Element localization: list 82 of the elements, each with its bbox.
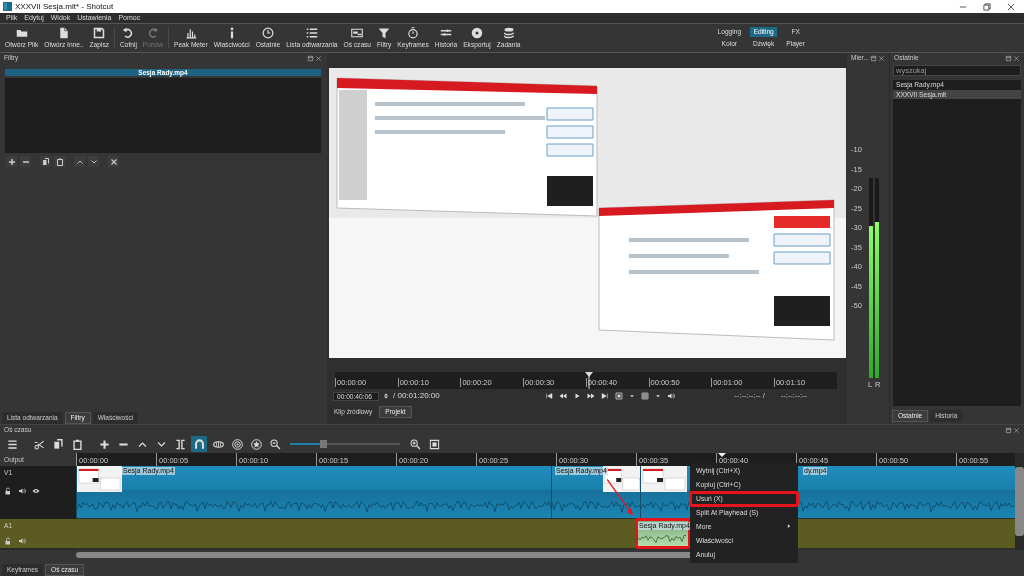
ripple-all-button[interactable] [248,436,264,452]
submenu-arrow-icon [786,523,792,529]
grid-button[interactable] [638,392,651,400]
close-icon [1013,54,1020,62]
target-icon [231,438,243,450]
remove-button[interactable] [20,156,31,167]
eye-icon [32,486,40,495]
close-icon [109,157,118,166]
paste-icon [55,157,64,166]
timeline-icon [351,27,364,40]
plus-icon [7,157,16,166]
list-icon [305,27,318,40]
speaker-icon [18,486,26,495]
stack-icon [502,27,515,40]
add-button[interactable] [6,156,17,167]
fast-forward-button[interactable] [584,392,597,400]
skipend-icon [600,392,609,400]
spinner-icon [382,392,390,400]
play-icon [572,392,581,400]
skipstart-icon [544,392,553,400]
stopwatch-icon [407,27,420,40]
ripple-icon [174,438,186,450]
move-down-button[interactable] [88,156,99,167]
close-icon [878,54,885,62]
zoom-button[interactable] [612,392,625,400]
float-icon [870,54,877,62]
restore-icon [982,1,992,12]
scrollbar[interactable] [1015,467,1024,536]
folder-icon [15,27,28,40]
menu-icon [6,438,18,450]
ripple-button[interactable] [229,436,245,452]
speaker-icon [666,392,675,400]
restore-button[interactable] [982,1,992,12]
zoomout-icon [269,438,281,450]
fit-icon [428,438,440,450]
undo-icon [122,27,135,40]
lock-icon [4,537,12,545]
deselect-button[interactable] [108,156,119,167]
document-icon [57,27,70,40]
copy-button[interactable] [40,156,51,167]
zoom-out-button[interactable] [267,436,283,452]
magnet-icon [193,438,205,450]
zoom-in-button[interactable] [407,436,423,452]
window-title: XXXVII Sesja.mlt* - Shotcut [15,1,114,12]
lock-icon [4,486,12,495]
clock-icon [261,27,274,40]
plus-icon [98,438,110,450]
snap-button[interactable] [191,436,207,452]
app-icon [3,2,12,11]
copy-icon [52,438,64,450]
star-icon [250,438,262,450]
paste-button[interactable] [54,156,65,167]
annotation-arrow [606,478,633,516]
close-icon [1013,426,1020,434]
close-icon [315,54,322,62]
float-icon [1005,426,1012,434]
zoomin-icon [409,438,421,450]
float-icon [307,54,314,62]
close-button[interactable] [1006,1,1016,12]
caret-icon [628,393,635,399]
close-icon [1006,1,1016,12]
redo-icon [146,27,159,40]
disc-icon [470,27,483,40]
caret-icon [654,393,661,399]
meter-icon [184,27,197,40]
fit-icon [614,392,623,400]
slider-thumb[interactable] [320,440,327,448]
scrub-icon [212,438,224,450]
copy-icon [41,157,50,166]
save-icon [93,27,106,40]
scissors-icon [33,438,45,450]
filter-icon [378,27,391,40]
paste-icon [71,438,83,450]
duration-text: / 00:01:20:00 [393,391,440,401]
ffwd-icon [586,392,595,400]
speaker-icon [18,537,26,545]
rewind-icon [558,392,567,400]
skip-end-button[interactable] [598,392,611,400]
down-icon [89,157,98,166]
grid-icon [640,392,649,400]
float-icon [1005,54,1012,62]
move-up-button[interactable] [74,156,85,167]
